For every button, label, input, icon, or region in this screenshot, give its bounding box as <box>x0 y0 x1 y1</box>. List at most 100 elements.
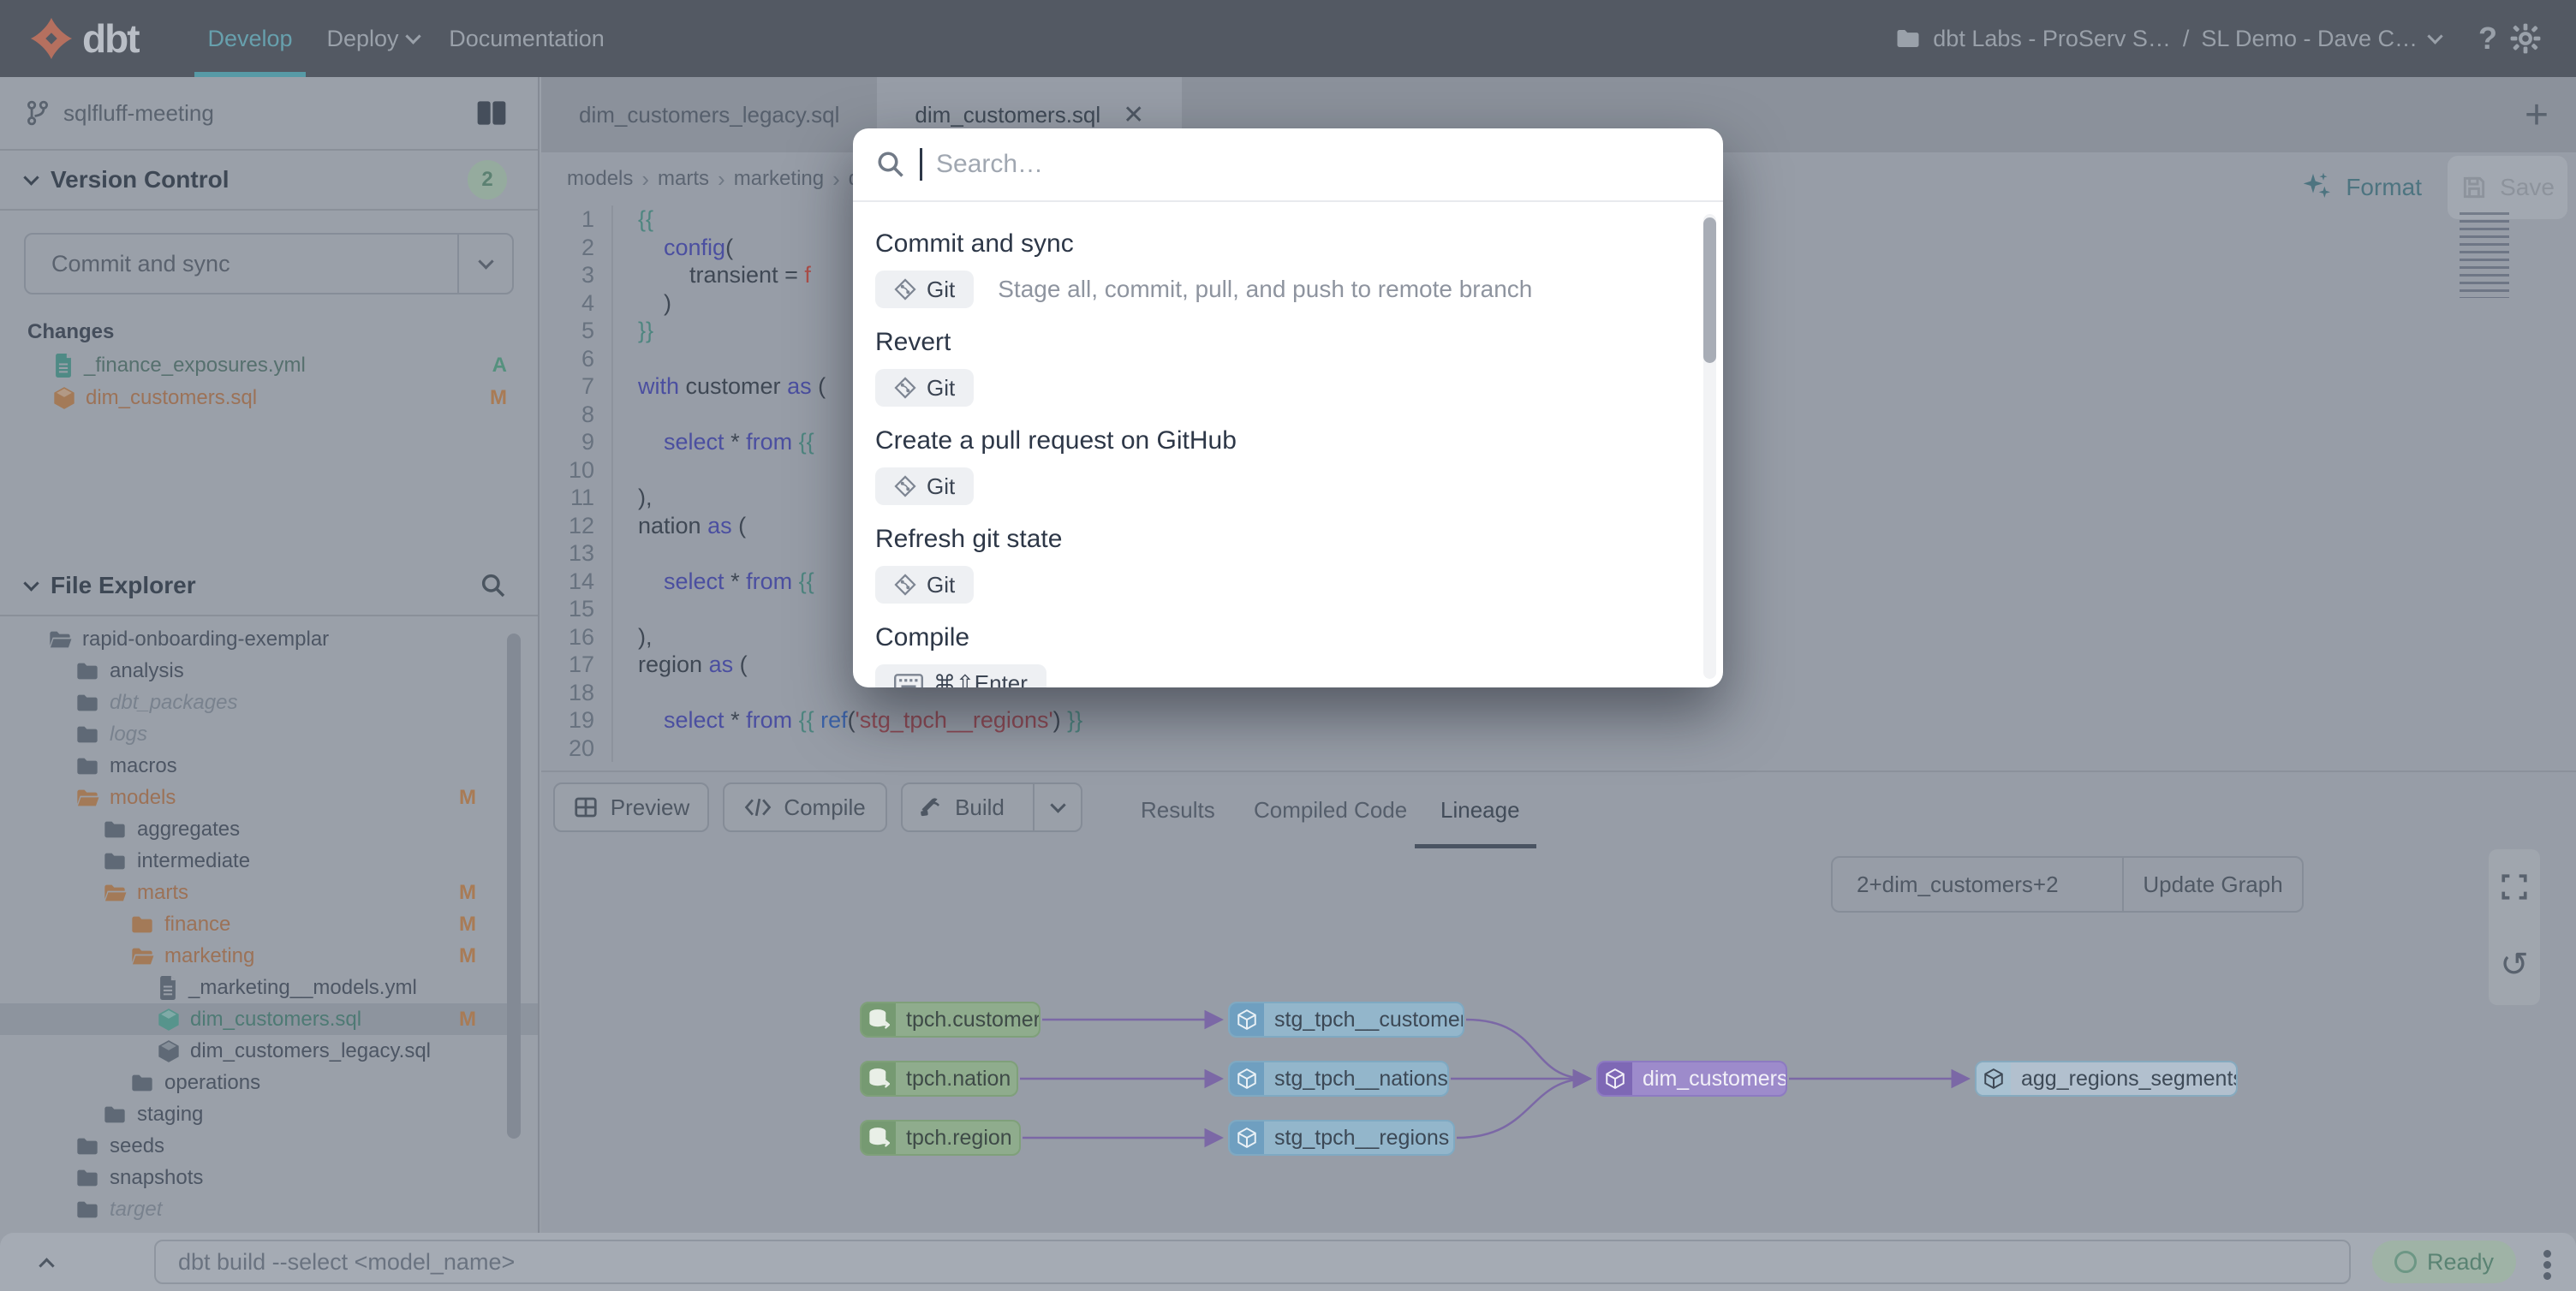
tree-item-logs[interactable]: logs <box>0 718 538 750</box>
version-control-header[interactable]: Version Control 2 <box>0 151 538 211</box>
commit-options-chevron[interactable] <box>457 235 512 293</box>
line-number: 19 <box>541 706 594 735</box>
tree-item-rapid-onboarding-exemplar[interactable]: rapid-onboarding-exemplar <box>0 623 538 655</box>
nav-documentation[interactable]: Documentation <box>450 0 604 77</box>
environment-selector[interactable]: SL Demo - Dave C… <box>2201 26 2418 52</box>
breadcrumb-item[interactable]: marts <box>658 167 709 191</box>
fullscreen-icon[interactable] <box>2500 872 2529 901</box>
project-selector[interactable]: dbt Labs - ProServ S… <box>1933 26 2171 52</box>
changes-count-badge: 2 <box>468 160 507 199</box>
tree-item-label: aggregates <box>137 818 240 842</box>
build-options-chevron[interactable] <box>1033 784 1081 830</box>
tab-dim-customers-legacy[interactable]: dim_customers_legacy.sql <box>541 77 877 152</box>
tree-item-dbt-packages[interactable]: dbt_packages <box>0 687 538 718</box>
lineage-node-label: stg_tpch__regions <box>1264 1126 1455 1151</box>
close-icon[interactable]: ✕ <box>1123 100 1144 130</box>
lineage-node-stg-tpch-customers[interactable]: stg_tpch__customers <box>1228 1002 1464 1038</box>
command-palette-search[interactable]: Search… <box>853 128 1723 202</box>
changes-list: _finance_exposures.ymlAdim_customers.sql… <box>0 349 538 414</box>
new-tab-button[interactable]: + <box>2513 77 2561 152</box>
command-item-refresh-git-state[interactable]: Refresh git stateGit <box>875 516 1689 615</box>
tree-item-dim-customers-legacy-sql[interactable]: dim_customers_legacy.sql <box>0 1035 538 1067</box>
tree-item-snapshots[interactable]: snapshots <box>0 1162 538 1193</box>
cube-icon <box>158 1008 180 1032</box>
dbt-logo[interactable]: dbt <box>29 15 139 62</box>
changed-file-row[interactable]: _finance_exposures.ymlA <box>0 349 538 382</box>
tree-item-analysis[interactable]: analysis <box>0 655 538 687</box>
line-number: 11 <box>541 484 594 512</box>
graph-selector-input[interactable]: 2+dim_customers+2 <box>1833 858 2122 911</box>
tab-compiled-code[interactable]: Compiled Code <box>1254 772 1407 848</box>
file-explorer-section: File Explorer rapid-onboarding-exemplara… <box>0 556 538 1291</box>
lineage-node-dim-customers[interactable]: dim_customers <box>1596 1061 1787 1097</box>
command-item-create-a-pull-request-on-github[interactable]: Create a pull request on GitHubGit <box>875 418 1689 516</box>
tree-item--marketing-models-yml[interactable]: _marketing__models.yml <box>0 972 538 1003</box>
tree-item-label: dim_customers_legacy.sql <box>190 1039 431 1063</box>
tree-item-label: operations <box>164 1071 260 1095</box>
git-branch-icon <box>26 100 50 126</box>
command-item-compile[interactable]: Compile⌘⇧Enter <box>875 615 1689 687</box>
command-list-scrollbar[interactable] <box>1703 214 1716 679</box>
graph-selector-control: 2+dim_customers+2 Update Graph <box>1831 856 2304 913</box>
reset-view-icon[interactable]: ↺ <box>2500 948 2529 982</box>
file-icon <box>158 976 178 1000</box>
output-toolbar: Preview Compile Build Results Compiled C… <box>541 770 2576 846</box>
format-button[interactable]: Format <box>2299 170 2422 205</box>
tree-item-label: macros <box>110 754 177 778</box>
tree-item-macros[interactable]: macros <box>0 750 538 782</box>
lineage-node-tpch-customer[interactable]: tpch.customer <box>860 1002 1041 1038</box>
tree-item-finance[interactable]: financeM <box>0 908 538 940</box>
kebab-menu-icon[interactable] <box>2543 1246 2552 1283</box>
file-explorer-scrollbar[interactable] <box>507 634 521 1139</box>
file-explorer-header[interactable]: File Explorer <box>0 556 538 616</box>
nav-develop[interactable]: Develop <box>194 0 306 77</box>
search-icon[interactable] <box>480 572 507 599</box>
model-cube-icon <box>1230 1062 1264 1095</box>
changed-file-name: _finance_exposures.yml <box>84 354 306 378</box>
lineage-node-stg-tpch-nations[interactable]: stg_tpch__nations <box>1228 1061 1449 1097</box>
tab-results[interactable]: Results <box>1141 772 1215 848</box>
command-item-commit-and-sync[interactable]: Commit and syncGitStage all, commit, pul… <box>875 221 1689 319</box>
docs-book-icon[interactable] <box>476 100 507 126</box>
lineage-node-tpch-region[interactable]: tpch.region <box>860 1120 1021 1156</box>
tree-item-target[interactable]: target <box>0 1193 538 1225</box>
help-icon[interactable]: ? <box>2478 21 2497 57</box>
tab-lineage[interactable]: Lineage <box>1440 772 1520 848</box>
tree-item-label: intermediate <box>137 849 250 873</box>
changed-file-row[interactable]: dim_customers.sqlM <box>0 382 538 414</box>
build-button[interactable]: Build <box>901 782 1082 832</box>
save-disk-icon <box>2460 174 2488 201</box>
breadcrumb-item[interactable]: marketing <box>734 167 824 191</box>
git-icon <box>894 475 916 497</box>
lineage-node-agg-regions-segments[interactable]: agg_regions_segments <box>1975 1061 2238 1097</box>
folder-icon <box>75 1199 99 1220</box>
line-number: 20 <box>541 735 594 763</box>
tree-item-models[interactable]: modelsM <box>0 782 538 813</box>
compile-button[interactable]: Compile <box>723 782 887 832</box>
breadcrumb-item[interactable]: models <box>567 167 633 191</box>
tree-item-operations[interactable]: operations <box>0 1067 538 1098</box>
tree-item-seeds[interactable]: seeds <box>0 1130 538 1162</box>
lineage-pane: tpch.customer tpch.nation tpch.region stg_t… <box>541 846 2576 1233</box>
tree-item-marketing[interactable]: marketingM <box>0 940 538 972</box>
chevron-up-icon[interactable] <box>39 1258 54 1273</box>
lineage-node-stg-tpch-regions[interactable]: stg_tpch__regions <box>1228 1120 1455 1156</box>
tree-item-intermediate[interactable]: intermediate <box>0 845 538 877</box>
update-graph-button[interactable]: Update Graph <box>2122 858 2302 911</box>
tree-item-label: seeds <box>110 1134 164 1158</box>
tree-item-staging[interactable]: staging <box>0 1098 538 1130</box>
chevron-down-icon[interactable] <box>2427 28 2442 44</box>
command-item-revert[interactable]: RevertGit <box>875 319 1689 418</box>
search-icon <box>875 149 906 180</box>
preview-button[interactable]: Preview <box>553 782 709 832</box>
nav-deploy[interactable]: Deploy <box>321 0 424 77</box>
tree-item-marts[interactable]: martsM <box>0 877 538 908</box>
lineage-node-tpch-nation[interactable]: tpch.nation <box>860 1061 1018 1097</box>
dbt-command-input[interactable]: dbt build --select <model_name> <box>154 1240 2351 1284</box>
git-branch-row[interactable]: sqlfluff-meeting <box>0 77 538 151</box>
gear-icon[interactable] <box>2509 22 2542 55</box>
commit-and-sync-button[interactable]: Commit and sync <box>24 233 514 294</box>
tree-item-dim-customers-sql[interactable]: dim_customers.sqlM <box>0 1003 538 1035</box>
tree-item-aggregates[interactable]: aggregates <box>0 813 538 845</box>
model-cube-icon <box>1230 1003 1264 1036</box>
